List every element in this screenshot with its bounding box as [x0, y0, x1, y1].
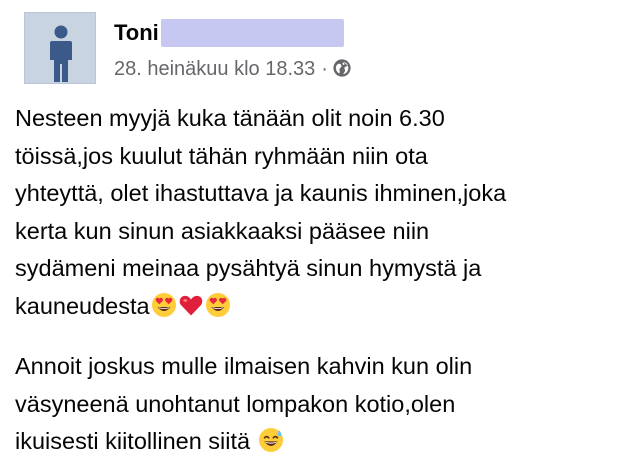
author-name[interactable]: Toni	[114, 20, 159, 45]
globe-icon[interactable]	[332, 58, 352, 78]
text-line: ikuisesti kiitollinen siitä	[15, 428, 257, 454]
text-line: kauneudesta	[15, 292, 150, 319]
post-timestamp[interactable]: 28. heinäkuu klo 18.33	[114, 58, 315, 80]
text-line: Annoit joskus mulle ilmaisen kahvin kun …	[15, 353, 473, 379]
red-heart-emoji-icon	[179, 295, 202, 315]
post-paragraph: Annoit joskus mulle ilmaisen kahvin kun …	[15, 348, 625, 461]
post-header: Toni 28. heinäkuu klo 18.33 ·	[24, 12, 624, 92]
text-line: Nesteen myyjä kuka tänään olit noin 6.30	[15, 105, 445, 131]
text-line: väsyneenä unohtanut lompakon kotio,olen	[15, 390, 456, 417]
text-line: sydämeni meinaa pysähtyä sinun hymystä j…	[15, 255, 482, 281]
text-line: töissä,jos kuulut tähän ryhmään niin ota	[15, 142, 428, 169]
post-meta: 28. heinäkuu klo 18.33 ·	[114, 58, 352, 81]
meta-separator: ·	[321, 58, 328, 80]
post-body: Nesteen myyjä kuka tänään olit noin 6.30…	[15, 100, 625, 461]
person-silhouette-icon	[50, 25, 72, 82]
avatar[interactable]	[24, 12, 96, 84]
text-line: yhteyttä, olet ihastuttava ja kaunis ihm…	[15, 180, 507, 206]
author-line: Toni	[114, 19, 344, 49]
redacted-surname-block	[160, 19, 344, 47]
heart-eyes-emoji-icon	[151, 292, 176, 317]
text-line: kerta kun sinun asiakkaaksi pääsee niin	[15, 217, 430, 244]
heart-eyes-emoji-icon	[205, 292, 230, 317]
post-paragraph: Nesteen myyjä kuka tänään olit noin 6.30…	[15, 100, 625, 325]
sweat-smile-emoji-icon	[258, 428, 283, 452]
